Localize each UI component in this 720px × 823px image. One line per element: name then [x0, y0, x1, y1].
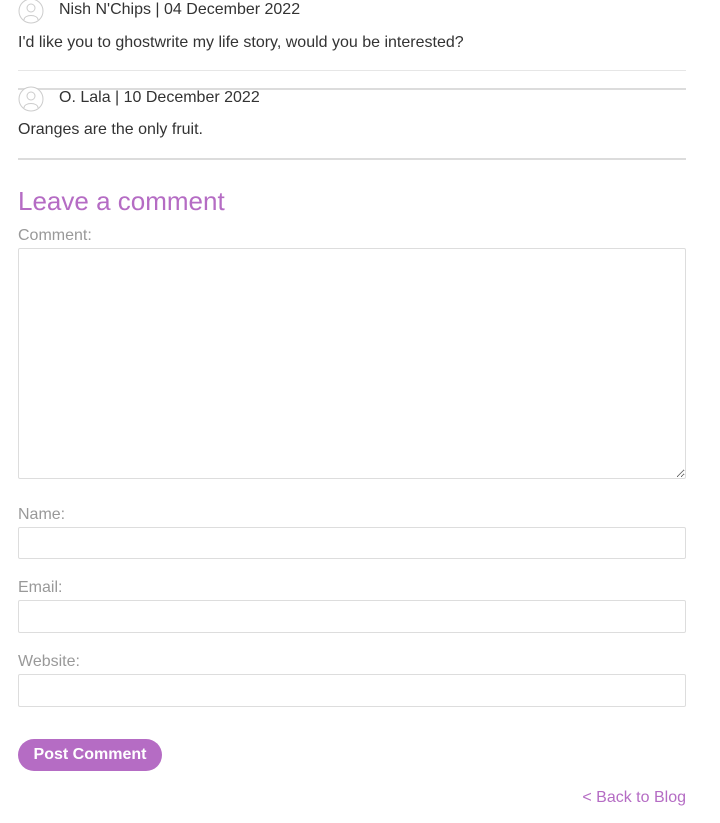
post-comment-button[interactable]: Post Comment: [18, 739, 162, 771]
comments-page: Nish N'Chips | 04 December 2022 I'd like…: [18, 0, 686, 806]
name-label: Name:: [18, 506, 66, 523]
back-to-blog-link[interactable]: < Back to Blog: [582, 789, 686, 807]
website-label: Website:: [18, 653, 80, 670]
leave-comment-heading: Leave a comment: [18, 186, 225, 216]
comment-textarea[interactable]: [18, 248, 686, 479]
email-label: Email:: [18, 579, 63, 596]
website-input[interactable]: [18, 674, 686, 707]
comment-text: Oranges are the only fruit.: [18, 121, 203, 138]
comment-item: O. Lala | 10 December 2022 Oranges are t…: [18, 0, 686, 138]
email-input[interactable]: [18, 600, 686, 633]
section-divider: [18, 158, 686, 160]
comment-label: Comment:: [18, 227, 92, 244]
name-input[interactable]: [18, 527, 686, 559]
comment-meta: O. Lala | 10 December 2022: [59, 89, 260, 106]
user-avatar-icon: [18, 86, 44, 112]
